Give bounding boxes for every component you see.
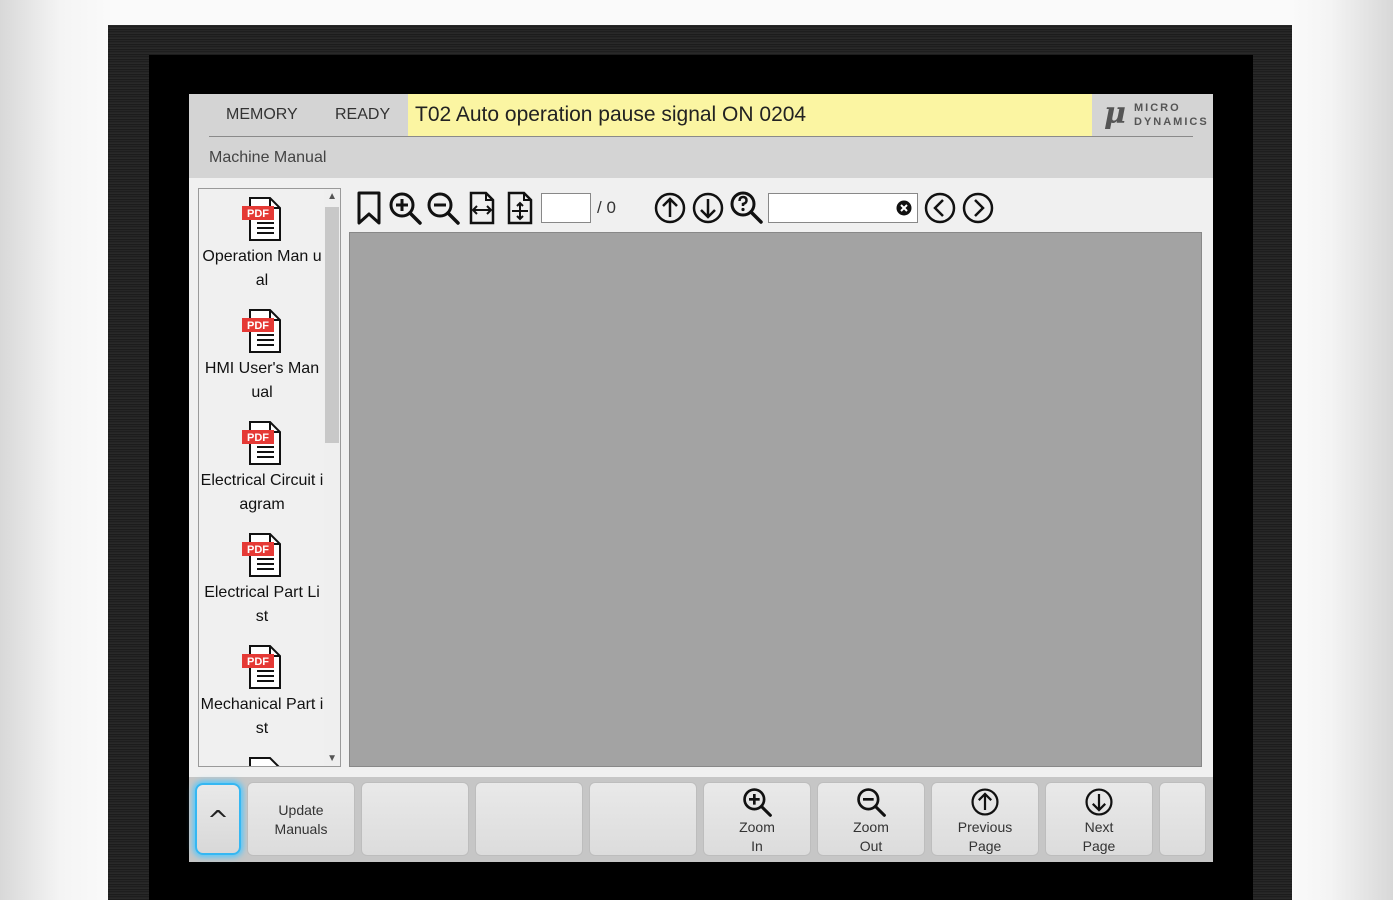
zoom-in-icon: [743, 788, 772, 817]
expand-softkeys-button[interactable]: ^: [195, 783, 241, 855]
next-page-label-2: Page: [1082, 838, 1116, 854]
chevron-right-icon[interactable]: [960, 190, 996, 226]
status-label: READY: [335, 106, 391, 123]
zoom-in-icon[interactable]: [387, 190, 423, 226]
next-page-label-1: Next: [1084, 819, 1114, 835]
zoom-in-button[interactable]: Zoom In: [703, 782, 811, 856]
pdf-viewer-area[interactable]: [349, 232, 1202, 767]
next-page-button[interactable]: Next Page: [1045, 782, 1153, 856]
previous-page-button[interactable]: Previous Page: [931, 782, 1039, 856]
previous-page-label-1: Previous: [957, 819, 1013, 835]
empty-softkey-3[interactable]: [589, 782, 697, 856]
page-number-input[interactable]: [541, 193, 591, 223]
svg-text:PDF: PDF: [247, 208, 269, 220]
previous-page-label-2: Page: [968, 838, 1002, 854]
document-list-scrollbar[interactable]: ▲ ▼: [324, 189, 340, 766]
pdf-icon: PDF: [238, 195, 286, 243]
pdf-icon: [238, 755, 286, 766]
document-item-mechanical-part-list[interactable]: PDF Mechanical Part ist: [199, 643, 325, 741]
document-label: Operation Man ual: [202, 248, 322, 289]
next-result-down-icon[interactable]: [690, 190, 726, 226]
document-label: Mechanical Part ist: [200, 696, 324, 737]
page-total: / 0: [597, 198, 616, 217]
document-label: Electrical Part Li st: [204, 584, 320, 625]
empty-softkey-2[interactable]: [475, 782, 583, 856]
update-manuals-label-1: Update: [278, 802, 324, 818]
previous-result-up-icon[interactable]: [652, 190, 688, 226]
arrow-up-circle-icon: [971, 788, 999, 816]
document-item-electrical-circuit-diagram[interactable]: PDF Electrical Circuit iagram: [199, 419, 325, 517]
zoom-out-label-2: Out: [859, 838, 883, 854]
search-help-icon[interactable]: [728, 190, 764, 226]
fit-page-icon[interactable]: [502, 190, 538, 226]
document-item-hmi-users-manual[interactable]: PDF HMI User's Man ual: [199, 307, 325, 405]
empty-softkey-1[interactable]: [361, 782, 469, 856]
header-divider: [209, 136, 1193, 137]
zoom-out-icon: [857, 788, 886, 817]
document-label: Electrical Circuit iagram: [200, 472, 324, 513]
mode-label: MEMORY: [226, 106, 298, 123]
scrollbar-thumb[interactable]: [325, 207, 339, 443]
arrow-down-circle-icon: [1085, 788, 1113, 816]
mu-logo-icon: μ: [1104, 96, 1126, 131]
header: MEMORY READY T02 Auto operation pause si…: [189, 94, 1213, 178]
alarm-banner[interactable]: T02 Auto operation pause signal ON 0204: [408, 94, 1092, 136]
fit-width-icon[interactable]: [464, 190, 500, 226]
hmi-screen: MEMORY READY T02 Auto operation pause si…: [189, 94, 1213, 862]
svg-text:PDF: PDF: [247, 544, 269, 556]
pdf-icon: PDF: [238, 643, 286, 691]
zoom-in-label-2: In: [751, 838, 763, 854]
chevron-left-icon[interactable]: [922, 190, 958, 226]
empty-softkey-4[interactable]: [1159, 782, 1206, 856]
document-label: HMI User's Man ual: [204, 360, 320, 401]
update-manuals-button[interactable]: Update Manuals: [247, 782, 355, 856]
page-title: Machine Manual: [209, 149, 327, 166]
update-manuals-label-2: Manuals: [274, 821, 328, 837]
document-list: PDF Operation Man ual PDF HMI User's Man…: [198, 188, 341, 767]
pdf-icon: PDF: [238, 307, 286, 355]
document-item-partial[interactable]: [199, 755, 325, 766]
logo-text-1: MICRO: [1134, 102, 1181, 114]
svg-text:PDF: PDF: [247, 656, 269, 668]
svg-text:PDF: PDF: [247, 320, 269, 332]
scroll-down-arrow-icon[interactable]: ▼: [327, 753, 337, 764]
scroll-up-arrow-icon[interactable]: ▲: [327, 191, 337, 202]
svg-text:PDF: PDF: [247, 432, 269, 444]
clear-search-icon[interactable]: [895, 199, 913, 217]
document-item-electrical-part-list[interactable]: PDF Electrical Part Li st: [199, 531, 325, 629]
bookmark-icon[interactable]: [351, 190, 387, 226]
zoom-out-icon[interactable]: [425, 190, 461, 226]
document-item-operation-manual[interactable]: PDF Operation Man ual: [199, 195, 325, 293]
pdf-icon: PDF: [238, 531, 286, 579]
zoom-in-label-1: Zoom: [739, 819, 775, 835]
zoom-out-label-1: Zoom: [853, 819, 889, 835]
logo-text-2: DYNAMICS: [1134, 116, 1209, 128]
brand-logo: μ MICRO DYNAMICS: [1104, 96, 1207, 132]
zoom-out-button[interactable]: Zoom Out: [817, 782, 925, 856]
softkey-bar: ^ Update Manuals Zoom In Zoom Out Previo…: [189, 777, 1213, 862]
pdf-icon: PDF: [238, 419, 286, 467]
